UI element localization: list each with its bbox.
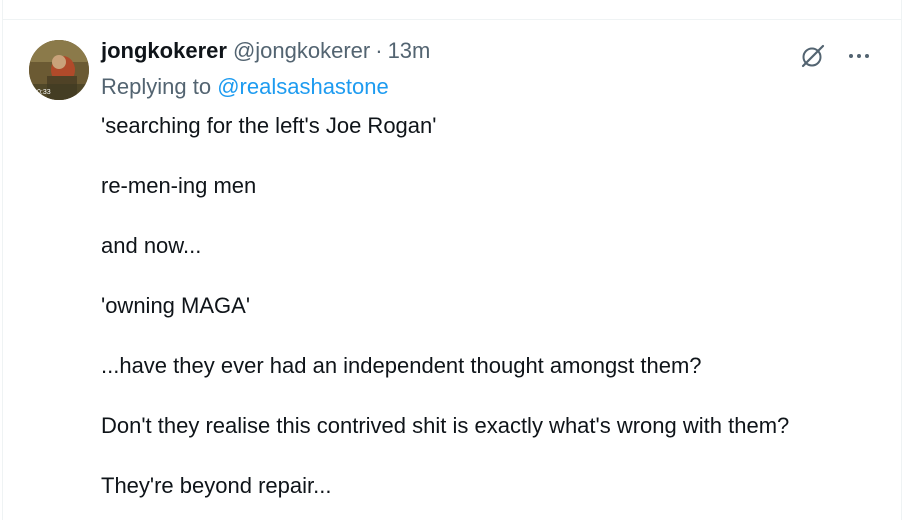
post-paragraph: ...have they ever had an independent tho…	[101, 353, 702, 378]
more-options-icon[interactable]	[845, 42, 873, 70]
tweet-frame: 0:33 jongkokerer @jongkokerer · 13m Repl…	[0, 0, 908, 520]
post-text: 'searching for the left's Joe Rogan' re-…	[101, 111, 881, 531]
post-paragraph: and now...	[101, 233, 202, 258]
display-name[interactable]: jongkokerer	[101, 38, 227, 64]
post-paragraph: They're beyond repair...	[101, 473, 332, 498]
reply-post[interactable]: 0:33 jongkokerer @jongkokerer · 13m Repl…	[2, 20, 902, 520]
user-handle[interactable]: @jongkokerer	[233, 38, 370, 64]
grok-icon[interactable]	[799, 42, 827, 70]
post-header: jongkokerer @jongkokerer · 13m	[101, 38, 430, 68]
timestamp[interactable]: 13m	[388, 38, 431, 64]
replying-handle-link[interactable]: @realsashastone	[217, 74, 389, 99]
post-paragraph: Don't they realise this contrived shit i…	[101, 413, 790, 438]
avatar-image: 0:33	[29, 40, 89, 100]
post-paragraph: 'searching for the left's Joe Rogan'	[101, 113, 437, 138]
post-paragraph: re-men-ing men	[101, 173, 257, 198]
post-actions-top	[799, 42, 873, 70]
replying-prefix: Replying to	[101, 74, 212, 99]
previous-post-edge	[2, 0, 902, 20]
post-paragraph: 'owning MAGA'	[101, 293, 251, 318]
replying-to: Replying to @realsashastone	[101, 74, 389, 100]
avatar[interactable]: 0:33	[29, 40, 89, 100]
avatar-video-time: 0:33	[37, 89, 51, 96]
separator-dot: ·	[375, 38, 383, 63]
